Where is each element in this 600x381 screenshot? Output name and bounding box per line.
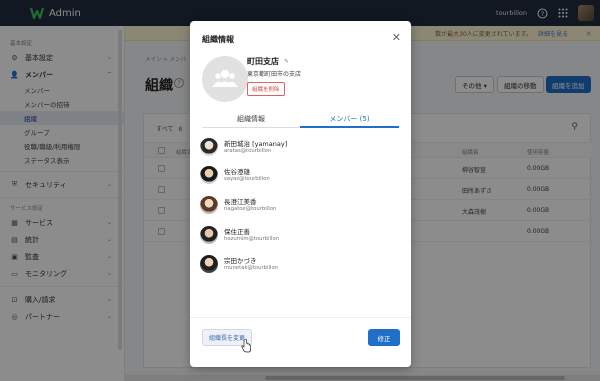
modal-title: 組織情報	[202, 35, 234, 44]
member-email: sayas@tourbillon	[224, 176, 270, 182]
member-email: hozumim@tourbillon	[224, 236, 280, 242]
member-name: 佐谷澄雄	[224, 168, 250, 176]
tab-members[interactable]: メンバー (5)	[300, 112, 399, 128]
member-item[interactable]: 新田城治 [yamanay] aratas@tourbillon	[200, 136, 400, 162]
member-item[interactable]: 長澄江美香 nagatoe@tourbillon	[200, 194, 400, 220]
avatar	[200, 226, 218, 244]
member-item[interactable]: 佐谷澄雄 sayas@tourbillon	[200, 164, 400, 190]
org-avatar	[202, 56, 248, 102]
avatar	[200, 138, 218, 156]
member-item[interactable]: 宗田かづき munetak@tourbillon	[200, 253, 400, 279]
tab-org-info[interactable]: 組織情報	[202, 112, 300, 128]
member-name: 保住正善	[224, 228, 250, 236]
member-email: aratas@tourbillon	[224, 148, 272, 154]
edit-icon[interactable]: ✎	[284, 58, 289, 65]
org-name: 町田支店	[247, 57, 279, 66]
member-email: nagatoe@tourbillon	[224, 206, 277, 212]
close-icon[interactable]: ✕	[392, 31, 401, 44]
avatar	[200, 166, 218, 184]
member-name: 長澄江美香	[224, 198, 257, 206]
avatar	[200, 255, 218, 273]
divider	[190, 317, 411, 318]
org-address: 東京都町田市の支店	[247, 71, 302, 78]
group-icon	[212, 69, 238, 87]
member-name: 宗田かづき	[224, 257, 257, 265]
hand-cursor-icon	[241, 339, 251, 353]
org-info-modal: 組織情報 ✕ 町田支店 ✎ 東京都町田市の支店 組織を削除 組織情報 メンバー …	[190, 21, 411, 367]
member-item[interactable]: 保住正善 hozumim@tourbillon	[200, 224, 400, 250]
avatar	[200, 196, 218, 214]
member-email: munetak@tourbillon	[224, 265, 279, 271]
member-name: 新田城治 [yamanay]	[224, 140, 288, 148]
save-button[interactable]: 修正	[368, 329, 400, 346]
delete-org-button[interactable]: 組織を削除	[247, 82, 285, 96]
